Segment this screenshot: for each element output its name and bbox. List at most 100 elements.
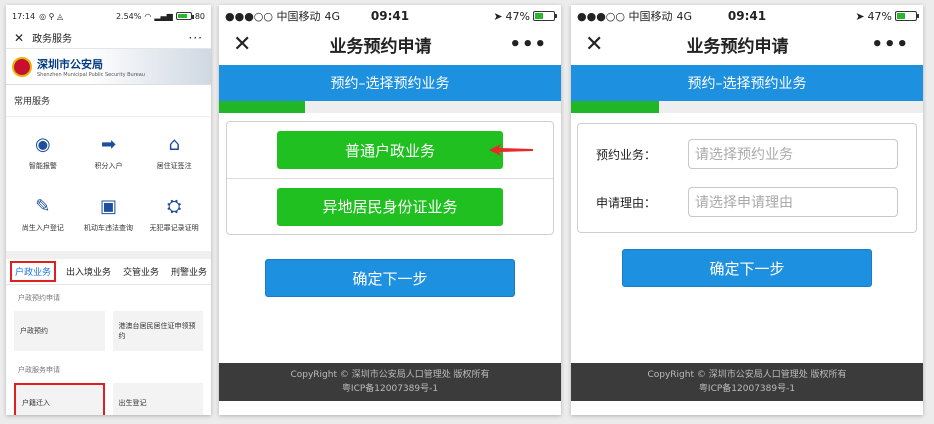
- residence-icon: ⌂: [168, 133, 180, 155]
- card-group: 户政预约 港澳台居民居住证申领预约: [6, 311, 211, 351]
- form-row: 申请理由： 请选择申请理由: [596, 178, 898, 226]
- phone-appointment-form: ●●●○○ 中国移动 4G 09:41 ➤ 47% ✕ 业务预约申请 ••• 预…: [571, 5, 923, 415]
- status-speed: 2.54%: [115, 11, 142, 21]
- card-group: 户籍迁入 出生登记: [6, 383, 211, 415]
- step-title: 预约–选择预约业务: [219, 65, 561, 101]
- business-options: 普通户政业务 异地居民身份证业务: [226, 121, 554, 235]
- battery-icon: [175, 12, 194, 20]
- reason-select[interactable]: 请选择申请理由: [688, 187, 898, 217]
- divider: [6, 251, 211, 259]
- phone-gov-services: 17:14 ◎ ⚲ ◬ 2.54% ◠ ▂▄▆ 80 ✕ 政务服务 ··· 深圳…: [6, 5, 211, 415]
- network: 4G: [324, 9, 341, 23]
- footer: CopyRight © 深圳市公安局人口管理处 版权所有 粤ICP备120073…: [219, 363, 561, 401]
- progress-fill: [571, 101, 659, 113]
- status-icons: ◎ ⚲ ◬: [39, 11, 64, 21]
- option-row: 普通户政业务: [227, 122, 553, 178]
- status-bar: ●●●○○ 中国移动 4G 09:41 ➤ 47%: [219, 5, 561, 27]
- nav-bar: ✕ 政务服务 ···: [6, 27, 211, 49]
- close-icon[interactable]: ✕: [585, 32, 603, 57]
- nav-bar: ✕ 业务预约申请 •••: [219, 27, 561, 61]
- business-label: 预约业务：: [596, 147, 657, 162]
- service-label: 尚生入户登记: [21, 224, 64, 232]
- carrier: ●●●○○ 中国移动: [225, 10, 321, 23]
- card-household-move-in[interactable]: 户籍迁入: [14, 383, 105, 415]
- service-item[interactable]: ⌂ 居住证签注: [141, 121, 207, 183]
- icp-number: 粤ICP备12007389号-1: [341, 384, 439, 394]
- service-item[interactable]: ▣ 机动车违法查询: [76, 183, 142, 245]
- points-icon: ➡: [100, 133, 117, 155]
- footer: CopyRight © 深圳市公安局人口管理处 版权所有 粤ICP备120073…: [571, 363, 923, 401]
- network: 4G: [676, 9, 693, 23]
- tab-household[interactable]: 户政业务: [10, 261, 57, 282]
- tab-criminal[interactable]: 刑警业务: [169, 262, 209, 281]
- icp-number: 粤ICP备12007389号-1: [698, 384, 796, 394]
- status-bar: 17:14 ◎ ⚲ ◬ 2.54% ◠ ▂▄▆ 80: [6, 5, 211, 27]
- location-icon: ➤: [493, 9, 503, 23]
- carrier: ●●●○○ 中国移动: [577, 10, 673, 23]
- status-time: 09:41: [727, 9, 767, 23]
- ordinary-household-button[interactable]: 普通户政业务: [277, 131, 503, 169]
- battery-percent: 47%: [505, 9, 530, 23]
- close-icon[interactable]: ✕: [14, 31, 24, 45]
- police-banner: 深圳市公安局 Shenzhen Municipal Public Securit…: [6, 49, 211, 85]
- next-step-button[interactable]: 确定下一步: [265, 259, 515, 297]
- more-icon[interactable]: ···: [189, 31, 203, 45]
- close-icon[interactable]: ✕: [233, 32, 251, 57]
- police-emblem-icon: [12, 56, 32, 77]
- birth-icon: ✎: [35, 195, 51, 217]
- group-title: 户政服务申请: [18, 366, 60, 374]
- page-title: 业务预约申请: [329, 36, 432, 57]
- group-title: 户政预约申请: [18, 294, 60, 302]
- battery-level: 80: [194, 11, 205, 21]
- nav-bar: ✕ 业务预约申请 •••: [571, 27, 923, 61]
- nonlocal-id-card-button[interactable]: 异地居民身份证业务: [277, 187, 503, 226]
- progress-bar: [219, 101, 561, 113]
- more-icon[interactable]: •••: [871, 34, 909, 55]
- appointment-form: 预约业务： 请选择预约业务 申请理由： 请选择申请理由: [577, 123, 917, 233]
- card-household-appointment[interactable]: 户政预约: [14, 311, 105, 351]
- section-title: 常用服务: [14, 97, 51, 107]
- reason-label: 申请理由：: [596, 195, 657, 210]
- service-grid: ◉ 智能报警 ➡ 积分入户 ⌂ 居住证签注 ✎ 尚生入户登记 ▣ 机动车违法查询 ⛭ 无犯罪…: [6, 116, 211, 251]
- status-time: 17:14: [12, 11, 36, 21]
- service-item[interactable]: ◉ 智能报警: [10, 121, 76, 183]
- business-tabs: 户政业务 出入境业务 交管业务 刑警业务: [6, 259, 211, 285]
- service-item[interactable]: ➡ 积分入户: [76, 121, 142, 183]
- tab-traffic[interactable]: 交管业务: [121, 262, 161, 281]
- nav-title: 政务服务: [32, 34, 73, 45]
- service-item[interactable]: ✎ 尚生入户登记: [10, 183, 76, 245]
- more-icon[interactable]: •••: [509, 34, 547, 55]
- battery-icon: [533, 11, 557, 21]
- service-label: 居住证签注: [156, 162, 192, 170]
- business-select[interactable]: 请选择预约业务: [688, 139, 898, 169]
- next-step-button[interactable]: 确定下一步: [622, 249, 872, 287]
- service-label: 积分入户: [94, 162, 123, 170]
- option-row: 异地居民身份证业务: [227, 178, 553, 234]
- card-birth-registration[interactable]: 出生登记: [112, 383, 203, 415]
- copyright: CopyRight © 深圳市公安局人口管理处 版权所有: [290, 370, 490, 380]
- signal-icon: ▂▄▆: [154, 11, 173, 21]
- phone-select-business: ●●●○○ 中国移动 4G 09:41 ➤ 47% ✕ 业务预约申请 ••• 预…: [219, 5, 561, 415]
- status-time: 09:41: [370, 9, 410, 23]
- service-item[interactable]: ⛭ 无犯罪记录证明: [141, 183, 207, 245]
- service-label: 无犯罪记录证明: [149, 224, 199, 232]
- banner-subtitle: Shenzhen Municipal Public Security Burea…: [37, 71, 145, 78]
- progress-fill: [219, 101, 305, 113]
- page-title: 业务预约申请: [686, 36, 789, 57]
- copyright: CopyRight © 深圳市公安局人口管理处 版权所有: [647, 370, 847, 380]
- battery-icon: [895, 11, 919, 21]
- service-label: 智能报警: [28, 162, 57, 170]
- screenshot-collage: 17:14 ◎ ⚲ ◬ 2.54% ◠ ▂▄▆ 80 ✕ 政务服务 ··· 深圳…: [0, 0, 934, 424]
- tab-exit-entry[interactable]: 出入境业务: [64, 262, 113, 281]
- wifi-icon: ◠: [144, 11, 152, 21]
- form-row: 预约业务： 请选择预约业务: [596, 130, 898, 178]
- step-title: 预约–选择预约业务: [571, 65, 923, 101]
- card-hk-macau-taiwan[interactable]: 港澳台居民居住证申领预约: [112, 311, 203, 351]
- progress-bar: [571, 101, 923, 113]
- status-bar: ●●●○○ 中国移动 4G 09:41 ➤ 47%: [571, 5, 923, 27]
- alarm-icon: ◉: [34, 133, 51, 155]
- red-arrow-icon: [489, 144, 533, 156]
- service-label: 机动车违法查询: [83, 224, 133, 232]
- certificate-icon: ⛭: [166, 195, 182, 217]
- car-icon: ▣: [99, 195, 117, 217]
